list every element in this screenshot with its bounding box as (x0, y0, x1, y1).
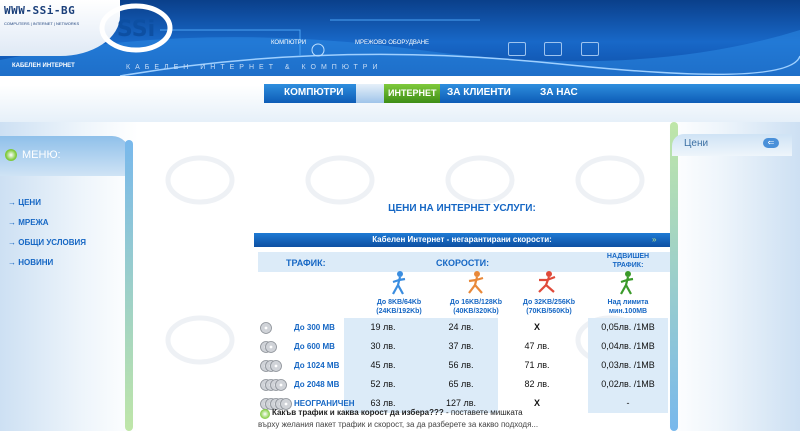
pricing-table-header: Кабелен Интернет - негарантирани скорост… (254, 233, 670, 247)
cd-stack-icon (260, 360, 282, 372)
logo-tagline: COMPUTERS | INTERNET | NETWORKS (4, 21, 80, 26)
cd-stack-icon (260, 379, 287, 391)
speed-caption-line: Над лимита (607, 299, 649, 306)
menu-header (0, 136, 130, 176)
back-arrow-icon[interactable]: ⇐ (763, 138, 779, 148)
speed-caption-over: Над лимита мин.100MB (588, 298, 668, 316)
speed-caption-line: (24KB/192Kb) (376, 308, 422, 315)
right-panel-label: Цени (684, 138, 709, 149)
globe-icon (356, 84, 384, 103)
row-price-p2: 24 лв. (448, 322, 474, 332)
logo-url-text: WWW-SSi-BG (4, 4, 76, 17)
column-head-speeds: СКОРОСТИ: (436, 258, 490, 268)
row-price-p3: 71 лв. (524, 360, 550, 370)
help-note-text: - поставете мишката (443, 408, 523, 417)
keyboard-icon[interactable] (544, 42, 563, 56)
right-accent-bar (670, 122, 678, 431)
sidebar-item-label: НОВИНИ (18, 258, 54, 267)
speed-caption-2: До 16KB/128Kb (40KB/320Kb) (436, 298, 516, 316)
row-price-p3: 82 лв. (524, 379, 550, 389)
row-price-p2: 37 лв. (448, 341, 474, 351)
sidebar-item-label: ЦЕНИ (18, 198, 41, 207)
speed-caption-line: До 8KB/64Kb (376, 299, 422, 306)
menu-bullet-icon (5, 149, 17, 161)
right-sidebar (668, 122, 800, 431)
header-scroll-text: КАБЕЛЕН ИНТЕРНЕТ & КОМПЮТРИ (126, 64, 383, 71)
speed-caption-line: (40KB/320Kb) (453, 308, 499, 315)
table-row[interactable]: До 2048 MB 52 лв. 65 лв. 82 лв. 0,02лв. /1MB (258, 375, 670, 394)
logo-mark-text: SSi (117, 17, 155, 42)
double-chevron-down-icon[interactable]: » (652, 235, 656, 244)
row-traffic-label[interactable]: До 2048 MB (294, 375, 339, 394)
row-traffic-label[interactable]: До 600 MB (294, 337, 335, 356)
over-head-line1: НАДВИШЕН (606, 253, 650, 260)
nav-item-computers[interactable]: КОМПЮТРИ (284, 87, 343, 98)
page-title: ЦЕНИ НА ИНТЕРНЕТ УСЛУГИ: (388, 203, 536, 214)
row-price-over: 0,05лв. /1MB (601, 322, 655, 332)
column-head-traffic: ТРАФИК: (286, 258, 326, 268)
sidebar-item-network[interactable]: → МРЕЖА (8, 218, 49, 227)
row-price-p2: 65 лв. (448, 379, 474, 389)
top-link-computers[interactable]: КОМПЮТРИ (271, 40, 306, 46)
header-icons (508, 42, 613, 61)
speed-caption-line: До 32KB/256Kb (522, 299, 576, 306)
nav-item-for-clients[interactable]: ЗА КЛИЕНТИ (447, 87, 511, 98)
row-price-p2: 56 лв. (448, 360, 474, 370)
section-label: КАБЕЛЕН ИНТЕРНЕТ (12, 63, 75, 69)
table-row[interactable]: До 1024 MB 45 лв. 56 лв. 71 лв. 0,03лв. /1MB (258, 356, 670, 375)
row-price-p3: X (533, 322, 540, 332)
row-traffic-label[interactable]: До 300 MB (294, 318, 335, 337)
row-price-p1: 45 лв. (370, 360, 396, 370)
top-link-network-equipment[interactable]: МРЕЖОВО ОБОРУДВАНЕ (355, 40, 429, 46)
runner-medium-icon (468, 271, 484, 294)
sidebar-item-news[interactable]: → НОВИНИ (8, 258, 53, 267)
row-price-p1: 19 лв. (370, 322, 396, 332)
help-note-line2: върху желания пакет трафик и скорост, за… (258, 420, 539, 429)
pointer-icon[interactable] (580, 42, 599, 56)
speed-caption-line: (70KB/560Kb) (526, 308, 572, 315)
help-note-question: Какъв трафик и каква корост да избера??? (272, 408, 444, 417)
menu-title: МЕНЮ: (22, 149, 61, 161)
runner-slow-icon (392, 271, 406, 295)
left-accent-bar (125, 140, 133, 431)
row-price-p1: 52 лв. (370, 379, 396, 389)
speed-caption-line: мин.100MB (608, 308, 648, 315)
monitor-icon[interactable] (508, 42, 526, 56)
sidebar-item-prices[interactable]: → ЦЕНИ (8, 198, 41, 207)
nav-item-internet[interactable]: ИНТЕРНЕТ (388, 88, 436, 98)
ssi-logo-icon[interactable]: SSi (96, 2, 176, 54)
speed-caption-1: До 8KB/64Kb (24KB/192Kb) (359, 298, 439, 316)
help-note: Какъв трафик и каква корост да избера???… (258, 408, 668, 417)
row-price-p3: 47 лв. (524, 341, 550, 351)
runner-over-limit-icon (620, 271, 634, 295)
sidebar-item-label: ОБЩИ УСЛОВИЯ (18, 238, 86, 247)
table-row[interactable]: До 600 MB 30 лв. 37 лв. 47 лв. 0,04лв. /1MB (258, 337, 670, 356)
cd-stack-icon (260, 322, 272, 334)
column-head-over-limit: НАДВИШЕН ТРАФИК: (588, 252, 668, 270)
cd-stack-icon (260, 341, 277, 353)
row-traffic-label[interactable]: До 1024 MB (294, 356, 339, 375)
row-price-over: 0,03лв. /1MB (601, 360, 655, 370)
row-price-over: 0,02лв. /1MB (601, 379, 655, 389)
sidebar-item-label: МРЕЖА (18, 218, 49, 227)
table-row[interactable]: До 300 MB 19 лв. 24 лв. X 0,05лв. /1MB (258, 318, 670, 337)
over-head-line2: ТРАФИК: (612, 262, 644, 269)
runner-fast-icon (538, 271, 556, 293)
speed-caption-line: До 16KB/128Kb (449, 299, 503, 306)
speed-caption-3: До 32KB/256Kb (70KB/560Kb) (509, 298, 589, 316)
row-price-over: 0,04лв. /1MB (601, 341, 655, 351)
site-header: WWW-SSi-BG COMPUTERS | INTERNET | NETWOR… (0, 0, 800, 76)
sidebar-item-terms[interactable]: → ОБЩИ УСЛОВИЯ (8, 238, 86, 247)
main-nav (264, 84, 800, 103)
nav-item-about-us[interactable]: ЗА НАС (540, 87, 578, 98)
row-price-p1: 30 лв. (370, 341, 396, 351)
